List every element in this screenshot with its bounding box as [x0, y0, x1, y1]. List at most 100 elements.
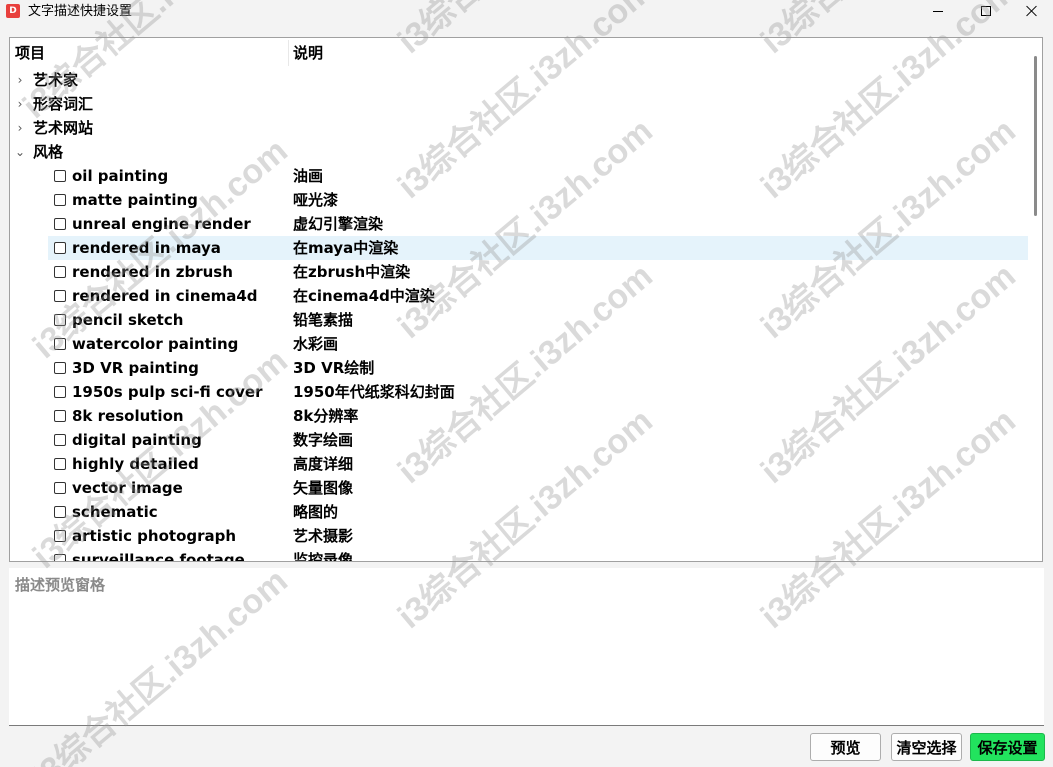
item-label: schematic	[72, 503, 158, 521]
item-description: 哑光漆	[293, 191, 339, 209]
clear-selection-button[interactable]: 清空选择	[891, 733, 962, 761]
item-label: rendered in cinema4d	[72, 287, 258, 305]
tree-item-row[interactable]: digital painting 数字绘画	[10, 428, 1028, 452]
item-checkbox[interactable]	[54, 266, 66, 278]
item-label: 1950s pulp sci-fi cover	[72, 383, 263, 401]
maximize-button[interactable]	[963, 0, 1009, 22]
tree-item-row[interactable]: rendered in maya 在maya中渲染	[10, 236, 1028, 260]
item-label: surveillance footage	[72, 551, 245, 562]
minimize-button[interactable]	[915, 0, 961, 22]
tree-item-row[interactable]: 1950s pulp sci-fi cover 1950年代纸浆科幻封面	[10, 380, 1028, 404]
item-description: 艺术摄影	[293, 527, 354, 545]
item-description: 铅笔素描	[293, 311, 354, 329]
category-label: 风格	[33, 143, 64, 161]
column-header-description[interactable]: 说明	[293, 44, 323, 62]
minimize-icon	[933, 10, 943, 12]
tree-category-row[interactable]: › 艺术家	[10, 68, 1028, 92]
item-description: 8k分辨率	[293, 407, 359, 425]
tree-item-row[interactable]: oil painting 油画	[10, 164, 1028, 188]
tree-item-row[interactable]: 3D VR painting 3D VR绘制	[10, 356, 1028, 380]
item-checkbox[interactable]	[54, 530, 66, 542]
item-label: 8k resolution	[72, 407, 184, 425]
item-checkbox[interactable]	[54, 218, 66, 230]
item-label: matte painting	[72, 191, 198, 209]
app-icon: D	[6, 4, 20, 18]
item-description: 数字绘画	[293, 431, 354, 449]
item-checkbox[interactable]	[54, 338, 66, 350]
item-checkbox[interactable]	[54, 170, 66, 182]
tree-item-row[interactable]: vector image 矢量图像	[10, 476, 1028, 500]
item-checkbox[interactable]	[54, 410, 66, 422]
item-description: 在cinema4d中渲染	[293, 287, 435, 305]
prompt-tree-view[interactable]: 项目 说明 › 艺术家 › 形容词汇 › 艺术网站 ⌄ 风格 oil painting 油画 mat…	[9, 37, 1043, 562]
category-label: 艺术家	[33, 71, 79, 89]
column-header-item[interactable]: 项目	[15, 44, 45, 62]
item-label: oil painting	[72, 167, 169, 185]
save-settings-button[interactable]: 保存设置	[970, 733, 1045, 761]
item-checkbox[interactable]	[54, 314, 66, 326]
item-description: 水彩画	[293, 335, 339, 353]
maximize-icon	[981, 6, 991, 16]
tree-category-row[interactable]: › 艺术网站	[10, 116, 1028, 140]
close-icon	[1026, 5, 1038, 17]
tree-item-row[interactable]: 8k resolution 8k分辨率	[10, 404, 1028, 428]
item-checkbox[interactable]	[54, 362, 66, 374]
description-preview-pane[interactable]: 描述预览窗格	[9, 568, 1044, 726]
item-description: 在zbrush中渲染	[293, 263, 411, 281]
item-label: rendered in maya	[72, 239, 221, 257]
item-description: 监控录像	[293, 551, 354, 562]
item-description: 矢量图像	[293, 479, 354, 497]
item-checkbox[interactable]	[54, 482, 66, 494]
item-description: 油画	[293, 167, 324, 185]
item-label: 3D VR painting	[72, 359, 199, 377]
tree-item-row[interactable]: watercolor painting 水彩画	[10, 332, 1028, 356]
item-checkbox[interactable]	[54, 386, 66, 398]
item-label: vector image	[72, 479, 183, 497]
tree-category-row[interactable]: › 形容词汇	[10, 92, 1028, 116]
item-description: 3D VR绘制	[293, 359, 375, 377]
tree-category-row[interactable]: ⌄ 风格	[10, 140, 1028, 164]
item-description: 1950年代纸浆科幻封面	[293, 383, 455, 401]
chevron-right-icon[interactable]: ›	[14, 119, 26, 137]
tree-item-row[interactable]: rendered in cinema4d 在cinema4d中渲染	[10, 284, 1028, 308]
item-label: artistic photograph	[72, 527, 237, 545]
tree-item-row[interactable]: artistic photograph 艺术摄影	[10, 524, 1028, 548]
title-bar: D 文字描述快捷设置	[0, 0, 1053, 24]
item-label: highly detailed	[72, 455, 199, 473]
tree-item-row[interactable]: unreal engine render 虚幻引擎渲染	[10, 212, 1028, 236]
tree-item-row[interactable]: schematic 略图的	[10, 500, 1028, 524]
chevron-right-icon[interactable]: ›	[14, 95, 26, 113]
item-description: 高度详细	[293, 455, 354, 473]
item-checkbox[interactable]	[54, 290, 66, 302]
tree-item-row[interactable]: surveillance footage 监控录像	[10, 548, 1028, 562]
tree-item-row[interactable]: highly detailed 高度详细	[10, 452, 1028, 476]
item-checkbox[interactable]	[54, 434, 66, 446]
item-checkbox[interactable]	[54, 194, 66, 206]
tree-item-row[interactable]: matte painting 哑光漆	[10, 188, 1028, 212]
item-description: 在maya中渲染	[293, 239, 399, 257]
close-button[interactable]	[1009, 0, 1053, 22]
item-label: watercolor painting	[72, 335, 239, 353]
item-checkbox[interactable]	[54, 554, 66, 561]
tree-item-row[interactable]: rendered in zbrush 在zbrush中渲染	[10, 260, 1028, 284]
column-divider[interactable]	[288, 40, 289, 66]
item-checkbox[interactable]	[54, 506, 66, 518]
item-label: unreal engine render	[72, 215, 251, 233]
tree-item-row[interactable]: pencil sketch 铅笔素描	[10, 308, 1028, 332]
preview-button[interactable]: 预览	[810, 733, 881, 761]
item-description: 虚幻引擎渲染	[293, 215, 384, 233]
scrollbar-thumb[interactable]	[1034, 56, 1037, 216]
item-label: rendered in zbrush	[72, 263, 233, 281]
item-checkbox[interactable]	[54, 458, 66, 470]
window-title: 文字描述快捷设置	[28, 4, 133, 19]
item-label: pencil sketch	[72, 311, 184, 329]
category-label: 形容词汇	[33, 95, 94, 113]
category-label: 艺术网站	[33, 119, 94, 137]
chevron-down-icon[interactable]: ⌄	[14, 143, 26, 161]
item-checkbox[interactable]	[54, 242, 66, 254]
item-label: digital painting	[72, 431, 202, 449]
tree-header: 项目 说明	[10, 38, 1028, 68]
chevron-right-icon[interactable]: ›	[14, 71, 26, 89]
vertical-scrollbar[interactable]	[1028, 38, 1042, 561]
preview-placeholder: 描述预览窗格	[15, 576, 106, 594]
